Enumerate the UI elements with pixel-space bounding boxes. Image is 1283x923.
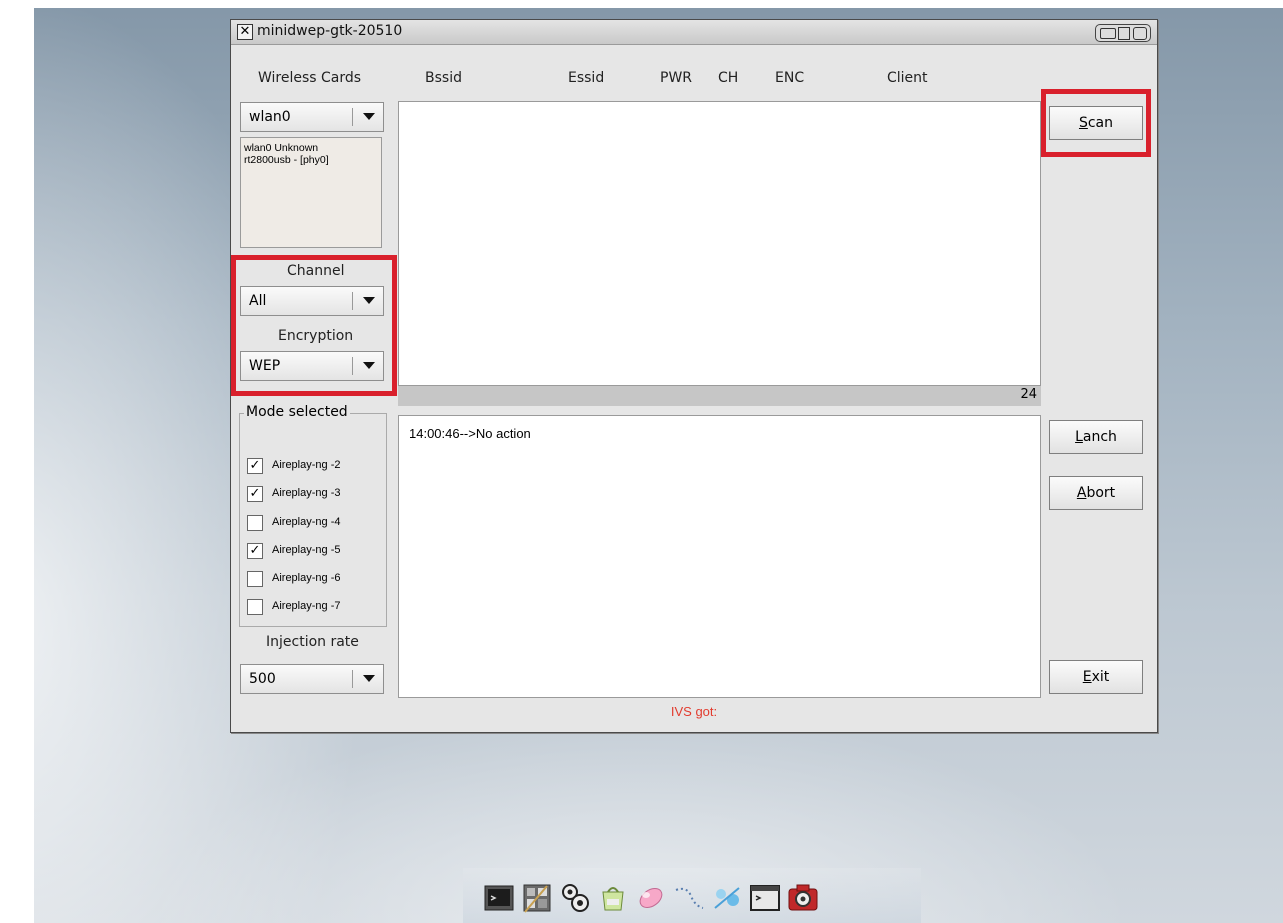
mode-option-label: Aireplay-ng -7 [272,600,341,612]
wireless-card-info: wlan0 Unknown rt2800usb - [phy0] [240,137,382,248]
dock [463,868,921,923]
checkbox[interactable]: ✓ [247,486,263,502]
injection-rate-select[interactable]: 500 [240,664,384,694]
mode-selected-frame: Mode selected ✓ Aireplay-ng -2 ✓ Airepla… [239,404,387,627]
status-bar: 24 [398,386,1041,406]
pill-icon[interactable] [635,882,667,914]
exit-mnemonic: E [1082,669,1092,685]
mode-option-label: Aireplay-ng -4 [272,516,341,528]
col-header-bssid: Bssid [425,70,462,86]
checkbox[interactable]: ✓ [247,458,263,474]
chevron-down-icon [363,675,375,682]
combo-separator [352,670,353,688]
gears-icon[interactable] [559,882,591,914]
window-titlebar[interactable]: ✕ minidwep-gtk-20510 [231,20,1157,45]
abort-mnemonic: A [1076,485,1087,501]
minidwep-window: ✕ minidwep-gtk-20510 Wireless Cards wlan… [230,19,1158,733]
exit-button[interactable]: Exit [1049,660,1143,694]
network-list[interactable] [398,101,1041,386]
lanch-button[interactable]: Lanch [1049,420,1143,454]
shade-icon[interactable] [1133,27,1147,40]
camera-settings-icon[interactable] [787,882,819,914]
mode-option-label: Aireplay-ng -3 [272,487,341,499]
window-close-icon[interactable]: ✕ [237,24,253,40]
desktop-top-edge [0,0,1283,8]
abort-label: bort [1086,485,1116,501]
injection-rate-value: 500 [249,671,276,687]
mode-option-label: Aireplay-ng -6 [272,572,341,584]
col-header-ch: CH [718,70,739,86]
ivs-got-label: IVS got: [670,704,718,719]
log-line: 14:00:46-->No action [409,426,531,441]
bag-icon[interactable] [597,882,629,914]
checkbox[interactable] [247,599,263,615]
wireless-card-value: wlan0 [249,109,291,125]
mode-option-label: Aireplay-ng -2 [272,459,341,471]
wireless-card-select[interactable]: wlan0 [240,102,384,132]
card-info-line: rt2800usb - [phy0] [244,154,329,166]
highlight-scan [1041,89,1151,157]
col-header-enc: ENC [775,70,805,86]
wireless-cards-label: Wireless Cards [258,70,362,86]
abort-button[interactable]: Abort [1049,476,1143,510]
injection-rate-label: Injection rate [266,634,359,650]
checkbox[interactable] [247,571,263,587]
network-icon[interactable] [711,882,743,914]
log-panel[interactable]: 14:00:46-->No action [398,415,1041,698]
chevron-down-icon [363,113,375,120]
highlight-channel-encryption [231,255,397,396]
maximize-icon[interactable] [1118,27,1130,40]
checkbox[interactable] [247,515,263,531]
exit-label: xit [1091,669,1110,685]
col-header-client: Client [887,70,928,86]
mode-selected-label: Mode selected [244,404,350,420]
network-count: 24 [1020,387,1037,402]
terminal-icon[interactable] [483,882,515,914]
card-info-line: wlan0 Unknown [244,142,319,154]
desktop-left-edge [0,0,34,923]
col-header-essid: Essid [568,70,605,86]
calculator-icon[interactable] [521,882,553,914]
window-controls [1095,24,1151,42]
combo-separator [352,108,353,126]
window-title: minidwep-gtk-20510 [257,23,403,39]
swirl-icon[interactable] [673,882,705,914]
checkbox[interactable]: ✓ [247,543,263,559]
col-header-pwr: PWR [660,70,693,86]
lanch-label: anch [1082,429,1117,445]
lanch-mnemonic: L [1075,429,1083,445]
minimize-icon[interactable] [1100,28,1116,39]
mode-option-label: Aireplay-ng -5 [272,544,341,556]
console-icon[interactable] [749,882,781,914]
